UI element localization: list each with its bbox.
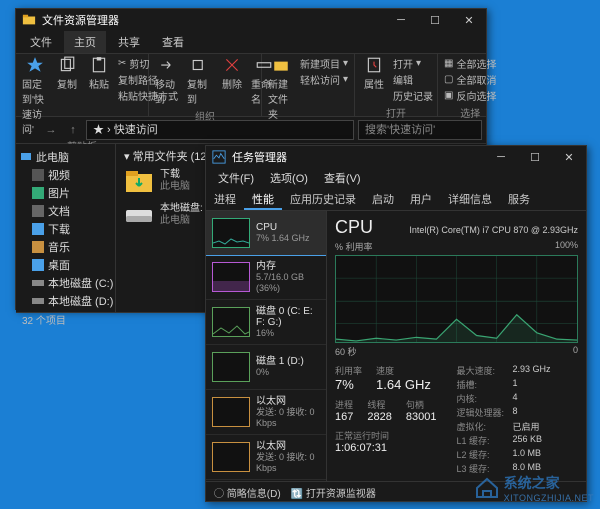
taskmgr-title: 任务管理器 [232, 149, 484, 165]
tree-downloads[interactable]: 下载 [18, 220, 113, 238]
forward-button[interactable]: → [42, 121, 60, 139]
l1-value: 256 KB [512, 434, 542, 447]
back-button[interactable]: ← [20, 121, 38, 139]
folder-icon [22, 13, 36, 27]
tab-services[interactable]: 服务 [500, 188, 538, 210]
newitem-button[interactable]: 新建项目 ▾ [300, 56, 348, 71]
tree-desktop[interactable]: 桌面 [18, 256, 113, 274]
tab-share[interactable]: 共享 [108, 31, 150, 53]
explorer-title: 文件资源管理器 [42, 12, 384, 28]
perf-sidebar: CPU7% 1.64 GHz 内存5.7/16.0 GB (36%) 磁盘 0 … [206, 211, 327, 481]
house-icon [474, 475, 500, 501]
util-label: % 利用率 [335, 240, 373, 253]
sidebar-eth0[interactable]: 以太网发送: 0 接收: 0 Kbps [206, 390, 326, 435]
window-label: 60 秒 [335, 345, 357, 358]
sidebar-memory[interactable]: 内存5.7/16.0 GB (36%) [206, 255, 326, 300]
tab-processes[interactable]: 进程 [206, 188, 244, 210]
nav-tree[interactable]: 此电脑 视频 图片 文档 下载 音乐 桌面 本地磁盘 (C:) 本地磁盘 (D:… [16, 144, 116, 312]
taskmgr-menubar: 文件(F) 选项(O) 查看(V) [206, 168, 586, 188]
tab-home[interactable]: 主页 [64, 31, 106, 53]
selectall-button[interactable]: ▦ 全部选择 [444, 56, 496, 71]
speed-value: 1.64 GHz [376, 377, 431, 392]
edit-button[interactable]: 编辑 [393, 72, 433, 87]
tree-thispc[interactable]: 此电脑 [18, 148, 113, 166]
tree-music[interactable]: 音乐 [18, 238, 113, 256]
group-open-label: 打开 [361, 103, 431, 120]
history-button[interactable]: 历史记录 [393, 88, 433, 103]
tm-minimize-button[interactable]: ─ [484, 146, 518, 168]
tree-edrive[interactable]: 本地磁盘 (E:) [18, 310, 113, 312]
util-value: 7% [335, 377, 362, 392]
threads-value: 2828 [367, 411, 391, 423]
maximize-button[interactable]: ☐ [418, 9, 452, 31]
tab-history[interactable]: 应用历史记录 [282, 188, 364, 210]
tab-performance[interactable]: 性能 [244, 188, 282, 210]
resmon-link[interactable]: 🔃 打开资源监视器 [291, 485, 376, 500]
maxspeed-value: 2.93 GHz [512, 364, 550, 377]
zero-label: 0 [573, 345, 578, 358]
l2-value: 1.0 MB [512, 448, 541, 461]
sidebar-cpu[interactable]: CPU7% 1.64 GHz [206, 211, 327, 256]
sidebar-eth2[interactable]: 以太网发送: 0 接收: 120 Kbps [206, 480, 326, 481]
uptime-value: 1:06:07:31 [335, 442, 436, 454]
tab-users[interactable]: 用户 [402, 188, 440, 210]
properties-button[interactable]: 属性 [361, 56, 387, 91]
close-button[interactable]: ✕ [452, 9, 486, 31]
tab-file[interactable]: 文件 [20, 31, 62, 53]
tm-close-button[interactable]: ✕ [552, 146, 586, 168]
tree-documents[interactable]: 文档 [18, 202, 113, 220]
proc-value: 167 [335, 411, 353, 423]
menu-view[interactable]: 查看(V) [316, 168, 369, 188]
search-input[interactable]: 搜索'快速访问' [358, 120, 482, 140]
handles-value: 83001 [406, 411, 437, 423]
invert-button[interactable]: ▣ 反向选择 [444, 88, 496, 103]
tree-ddrive[interactable]: 本地磁盘 (D:) [18, 292, 113, 310]
ribbon: 固定到'快速访问' 复制 粘贴 ✂ 剪切 复制路径 粘贴快捷方式 剪贴板 移动到… [16, 54, 486, 117]
tab-startup[interactable]: 启动 [364, 188, 402, 210]
moveto-button[interactable]: 移动到 [155, 56, 181, 106]
copyto-button[interactable]: 复制到 [187, 56, 213, 106]
open-button[interactable]: 打开 ▾ [393, 56, 433, 71]
cpu-heading: CPU [335, 217, 373, 238]
tab-view[interactable]: 查看 [152, 31, 194, 53]
cpu-model: Intel(R) Core(TM) i7 CPU 870 @ 2.93GHz [409, 225, 578, 235]
copy-button[interactable]: 复制 [54, 56, 80, 91]
brief-toggle[interactable]: ◯ 简略信息(D) [214, 485, 281, 500]
menu-options[interactable]: 选项(O) [262, 168, 316, 188]
address-bar: ← → ↑ ★ › 快速访问 搜索'快速访问' [16, 117, 486, 144]
sidebar-disk1[interactable]: 磁盘 1 (D:)0% [206, 345, 326, 390]
paste-button[interactable]: 粘贴 [86, 56, 112, 91]
cpu-graph [335, 255, 578, 343]
tree-pictures[interactable]: 图片 [18, 184, 113, 202]
ribbon-tabs: 文件 主页 共享 查看 [16, 31, 486, 54]
group-select-label: 选择 [444, 103, 496, 120]
sidebar-eth1[interactable]: 以太网发送: 0 接收: 0 Kbps [206, 435, 326, 480]
cores-value: 4 [512, 392, 517, 405]
virt-value: 已启用 [512, 420, 539, 433]
lprocs-value: 8 [512, 406, 517, 419]
tree-cdrive[interactable]: 本地磁盘 (C:) [18, 274, 113, 292]
up-button[interactable]: ↑ [64, 121, 82, 139]
easyaccess-button[interactable]: 轻松访问 ▾ [300, 72, 348, 87]
menu-file[interactable]: 文件(F) [210, 168, 262, 188]
explorer-titlebar[interactable]: 文件资源管理器 ─ ☐ ✕ [16, 9, 486, 31]
perf-detail: CPU Intel(R) Core(TM) i7 CPU 870 @ 2.93G… [327, 211, 586, 481]
sidebar-disk0[interactable]: 磁盘 0 (C: E: F: G:)16% [206, 300, 326, 345]
newfolder-button[interactable]: 新建文件夹 [268, 56, 294, 121]
watermark: 系统之家XITONGZHIJIA.NET [474, 473, 594, 503]
task-manager-window: 任务管理器 ─ ☐ ✕ 文件(F) 选项(O) 查看(V) 进程 性能 应用历史… [205, 145, 587, 502]
minimize-button[interactable]: ─ [384, 9, 418, 31]
sockets-value: 1 [512, 378, 517, 391]
address-field[interactable]: ★ › 快速访问 [86, 120, 354, 140]
tree-video[interactable]: 视频 [18, 166, 113, 184]
taskmgr-tabs: 进程 性能 应用历史记录 启动 用户 详细信息 服务 [206, 188, 586, 211]
tab-details[interactable]: 详细信息 [440, 188, 500, 210]
taskmgr-titlebar[interactable]: 任务管理器 ─ ☐ ✕ [206, 146, 586, 168]
selectnone-button[interactable]: ▢ 全部取消 [444, 72, 496, 87]
taskmgr-icon [212, 150, 226, 164]
tm-maximize-button[interactable]: ☐ [518, 146, 552, 168]
max-label: 100% [555, 240, 578, 253]
delete-button[interactable]: 删除 [219, 56, 245, 91]
